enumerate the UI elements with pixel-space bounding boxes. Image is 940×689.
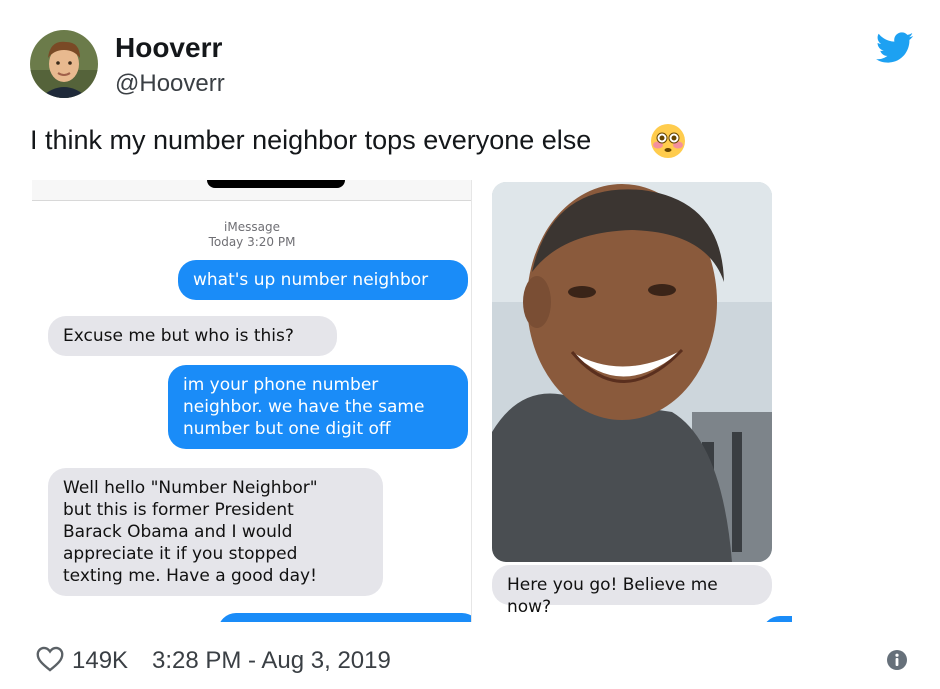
bird-icon[interactable] (876, 32, 914, 64)
message-line: texting me. Have a good day! (63, 566, 317, 586)
selfie-image (492, 182, 772, 562)
display-name[interactable]: Hooverr (115, 32, 222, 64)
selfie-photo (492, 182, 772, 562)
service-label: iMessage (224, 220, 280, 234)
message-line: but this is former President (63, 500, 294, 520)
message-bubble-received: Excuse me but who is this? (48, 316, 337, 356)
message-line: Barack Obama and I would (63, 522, 293, 542)
like-count[interactable]: 149K (72, 647, 128, 675)
message-line: number but one digit off (183, 419, 391, 439)
message-text: what's up number neighbor (193, 270, 429, 290)
message-bubble-sent-cropped (762, 616, 792, 622)
thread-header: iMessage Today 3:20 PM (32, 220, 471, 250)
message-bubble-received: Here you go! Believe me now? (492, 565, 772, 617)
message-bubble-sent-cropped (218, 613, 471, 622)
tweet-text: I think my number neighbor tops everyone… (30, 125, 592, 155)
message-bubble-sent: what's up number neighbor (178, 260, 468, 300)
message-bubble-sent: im your phone number neighbor. we have t… (168, 365, 468, 449)
message-line: appreciate it if you stopped (63, 544, 298, 564)
redaction-bar (207, 180, 345, 188)
flushed-emoji-icon (651, 124, 685, 158)
tweet-timestamp[interactable]: 3:28 PM - Aug 3, 2019 (152, 647, 391, 675)
screenshot-left: iMessage Today 3:20 PM what's up number … (32, 180, 472, 622)
avatar-photo (30, 30, 98, 98)
message-text: Here you go! Believe me now? (507, 575, 718, 617)
screenshot-right: Here you go! Believe me now? (472, 180, 792, 622)
message-text: Excuse me but who is this? (63, 326, 294, 346)
message-line: neighbor. we have the same (183, 397, 425, 417)
info-icon[interactable] (886, 649, 908, 671)
message-bubble-received: Well hello "Number Neighbor" but this is… (48, 468, 383, 596)
message-line: im your phone number (183, 375, 379, 395)
heart-icon[interactable] (36, 646, 64, 672)
thread-time: Today 3:20 PM (208, 235, 296, 249)
avatar[interactable] (30, 30, 98, 98)
message-line: Well hello "Number Neighbor" (63, 478, 318, 498)
user-handle[interactable]: @Hooverr (115, 70, 225, 98)
